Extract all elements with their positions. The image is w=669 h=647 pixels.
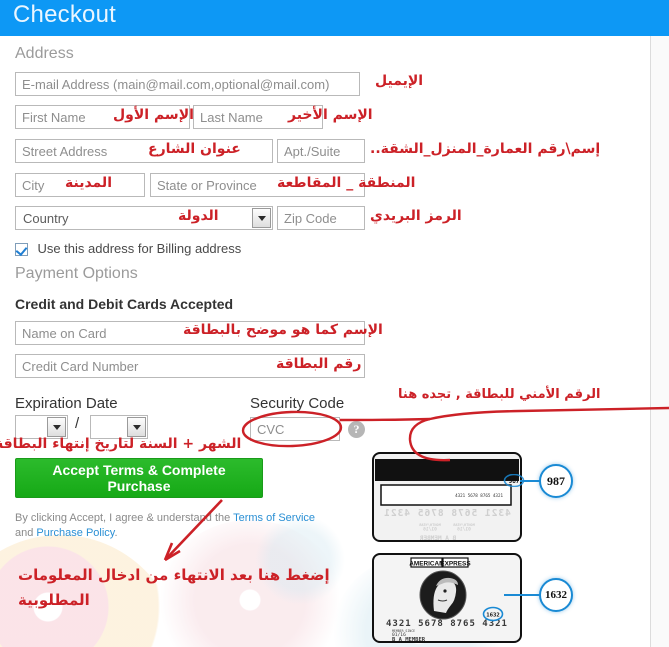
amex-cid-callout-badge: 1632 [539,578,573,612]
country-select-value: Country [23,211,69,226]
page-right-divider [650,36,651,647]
security-code-label: Security Code [250,395,345,412]
expiration-separator: / [75,415,80,432]
annotation-last-name: الإسم الأخير [288,107,373,123]
svg-text:EXPRESS: EXPRESS [440,560,471,567]
country-select[interactable]: Country [15,206,273,230]
annotation-zip: الرمز البريدي [370,208,462,224]
cvc-callout-badge: 987 [539,464,573,498]
annotation-apt: إسم\رقم العمارة_المنزل_الشقة.. [370,141,601,157]
svg-text:AMERICAN: AMERICAN [409,560,444,567]
card-back-embossed-number: 4321 5678 8765 4321 [383,508,511,519]
billing-address-checkbox-label: Use this address for Billing address [37,241,242,256]
svg-text:MONTH/YEAR: MONTH/YEAR [452,523,474,527]
zip-code-input[interactable] [277,206,365,230]
chevron-down-icon[interactable] [127,417,146,437]
page-title: Checkout [13,1,116,28]
annotation-name-on-card: الإسم كما هو موضح بالبطاقة [183,322,383,338]
annotation-email: الإيميل [375,73,424,89]
terms-disclaimer: By clicking Accept, I agree & understand… [15,511,335,541]
expiration-date-label: Expiration Date [15,395,118,412]
terms-suffix: . [114,527,118,539]
svg-text:987: 987 [509,478,520,485]
annotation-security-code: الرقم الأمني للبطاقة , تجده هنا [398,387,601,402]
svg-text:B A MEMBER: B A MEMBER [420,535,457,542]
checkout-page: Checkout Address الإيميل الإسم الأول الإ… [0,0,669,647]
annotation-city: المدينة [65,175,112,191]
billing-address-checkbox[interactable] [15,243,28,256]
chevron-down-icon[interactable] [47,417,66,437]
amex-brand-logo: AMERICAN EXPRESS [409,557,471,568]
annotation-card-number: رقم البطاقة [276,356,362,372]
help-question-icon[interactable]: ? [348,421,365,438]
terms-of-service-link[interactable]: Terms of Service [233,512,315,524]
cvc-input[interactable] [250,417,340,441]
page-header: Checkout [0,0,669,36]
card-back-illustration: 4321 5678 8765 4321 4321 5678 8765 4321 … [372,452,522,542]
apt-suite-input[interactable] [277,139,365,163]
purchase-policy-link[interactable]: Purchase Policy [36,527,114,539]
annotation-first-name: الإسم الأول [113,107,194,123]
svg-text:MONTH/YEAR: MONTH/YEAR [418,523,440,527]
terms-middle: and [15,527,37,539]
payment-section-title: Payment Options [15,265,138,282]
card-back-strip-number: 4321 5678 8765 4321 [455,493,503,498]
chevron-down-icon[interactable] [252,208,271,228]
amex-callout-leader [504,594,542,596]
annotation-submit-line1: إضغط هنا بعد الانتهاء من ادخال المعلومات [18,566,330,584]
svg-text:01/16: 01/16 [423,527,437,533]
address-section-title: Address [15,45,74,62]
annotation-country: الدولة [178,208,219,224]
annotation-expiration: الشهر + السنة لتاريخ إنتهاء البطاقة [0,436,242,452]
terms-prefix: By clicking Accept, I agree & understand… [15,512,234,524]
email-input[interactable] [15,72,360,96]
svg-text:1632: 1632 [486,612,499,618]
cards-accepted-label: Credit and Debit Cards Accepted [15,296,234,312]
annotation-state: المنطقة _ المقاطعة [277,175,416,191]
annotation-street: عنوان الشارع [148,141,241,157]
amex-member-line: B A MEMBER [392,637,426,643]
amex-card-illustration: AMERICAN EXPRESS 4321 5678 8765 4321 MEM… [372,553,522,643]
accept-terms-submit-button[interactable]: Accept Terms & Complete Purchase [15,458,263,498]
annotation-submit-line2: المطلوبية [18,591,90,609]
billing-address-checkbox-row[interactable]: Use this address for Billing address [15,240,241,258]
amex-centurion-icon [419,570,467,620]
svg-text:01/16: 01/16 [457,527,471,533]
page-right-gutter [651,36,669,647]
